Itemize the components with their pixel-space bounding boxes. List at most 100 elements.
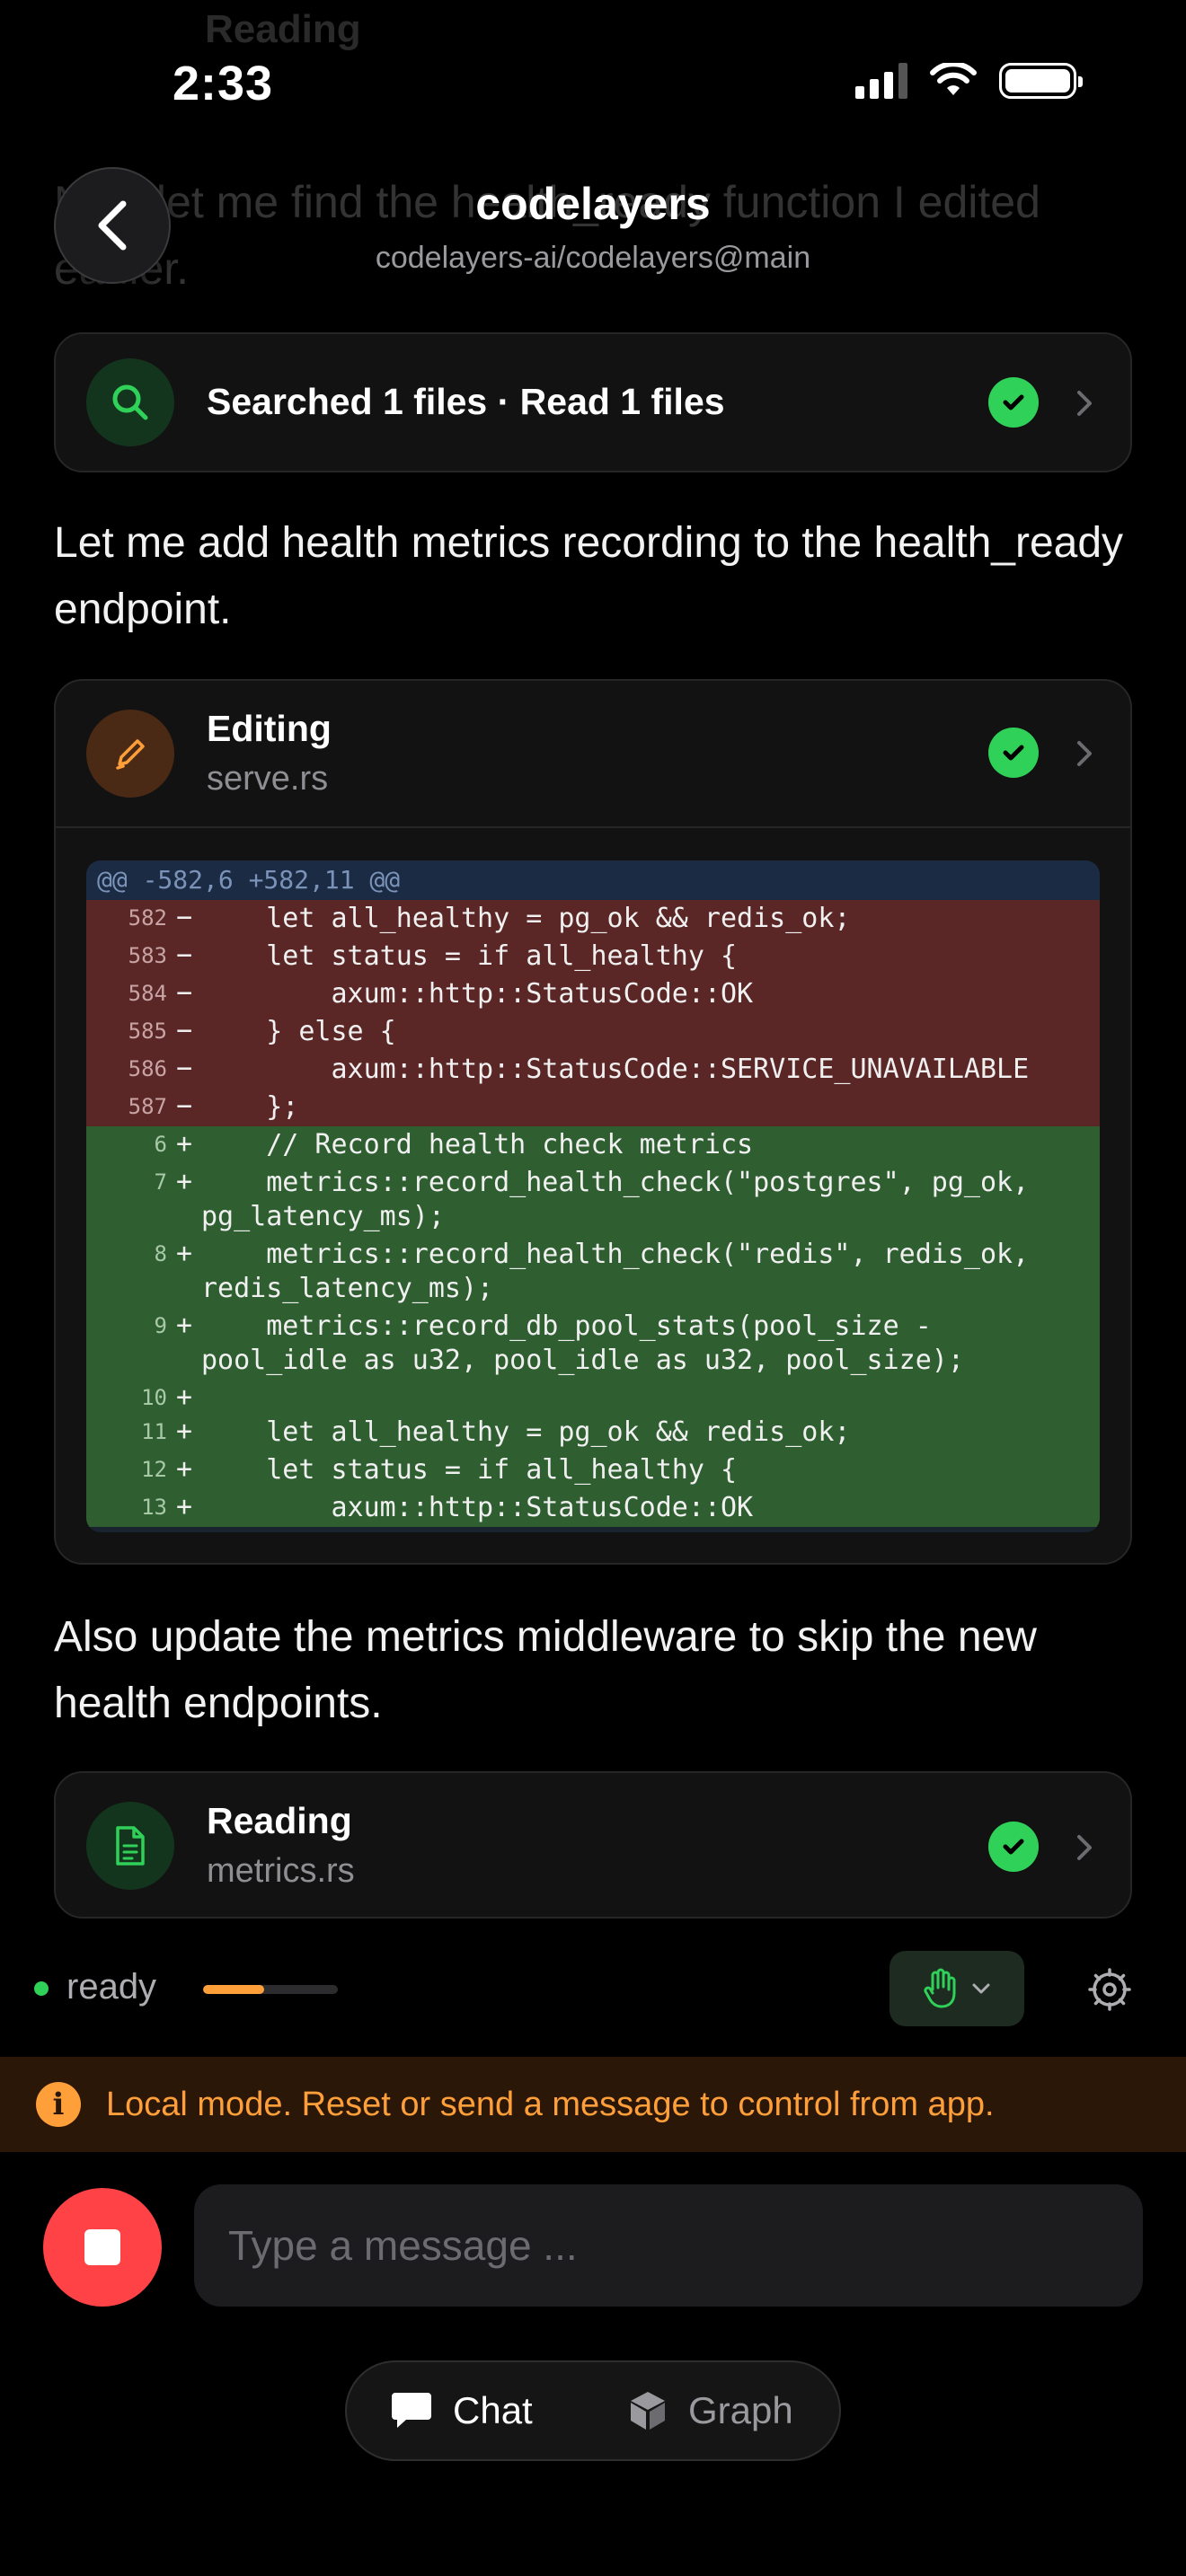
settings-icon[interactable]: [1087, 1967, 1132, 2012]
chevron-right-icon[interactable]: [1069, 388, 1100, 419]
tab-chat[interactable]: Chat: [390, 2389, 533, 2432]
diff-line-number: 11: [141, 1419, 167, 1444]
bottom-tab-bar: Chat Graph: [345, 2360, 841, 2461]
diff-line-number: 582: [128, 905, 167, 931]
context-progress-bar: [203, 1985, 338, 1994]
search-card-title: Searched 1 files · Read 1 files: [207, 381, 725, 422]
diff-line-sign: −: [175, 1015, 193, 1046]
hand-icon: [924, 1968, 956, 2008]
status-label: ready: [66, 1967, 157, 2007]
chevron-right-icon[interactable]: [1069, 738, 1100, 769]
diff-line: 586− axum::http::StatusCode::SERVICE_UNA…: [86, 1051, 1100, 1089]
diff-line: 12 + let status = if all_healthy {: [86, 1451, 1100, 1489]
diff-line-code: [201, 1380, 210, 1414]
repo-subtitle: codelayers-ai/codelayers@main: [375, 241, 811, 275]
diff-line: 13 + axum::http::StatusCode::OK: [86, 1489, 1100, 1527]
diff-line-number: 7: [154, 1169, 167, 1195]
stop-icon: [84, 2229, 120, 2265]
document-icon-circle: [86, 1802, 174, 1890]
diff-line: 585− } else {: [86, 1013, 1100, 1051]
read-card-title: Reading: [207, 1800, 352, 1841]
pencil-icon-circle: [86, 710, 174, 798]
search-icon: [112, 384, 148, 420]
read-tool-card[interactable]: Reading metrics.rs: [54, 1771, 1132, 1919]
diff-line-number: 586: [128, 1056, 167, 1081]
tab-chat-label: Chat: [453, 2389, 533, 2431]
info-icon: i: [36, 2082, 81, 2127]
diff-line-sign: +: [175, 1310, 193, 1341]
permission-mode-button[interactable]: [890, 1951, 1024, 2026]
diff-line-code: axum::http::StatusCode::OK: [201, 1492, 754, 1523]
tab-graph[interactable]: Graph: [627, 2389, 793, 2432]
diff-hunk-header: @@ -582,6 +582,11 @@: [86, 860, 1100, 900]
diff-line: 11 + let all_healthy = pg_ok && redis_ok;: [86, 1414, 1100, 1451]
edit-card-title: Editing: [207, 708, 332, 749]
document-icon: [116, 1826, 145, 1866]
diff-line-number: 584: [128, 981, 167, 1006]
diff-line-sign: +: [175, 1381, 193, 1413]
diff-line-code: let status = if all_healthy {: [201, 1454, 738, 1486]
local-mode-banner: i Local mode. Reset or send a message to…: [0, 2057, 1186, 2152]
cellular-signal-icon: [855, 63, 907, 99]
status-bar: Reading 2:33: [0, 0, 1186, 171]
diff-line-number: 587: [128, 1094, 167, 1119]
diff-line-number: 13: [141, 1495, 167, 1520]
read-card-filename: metrics.rs: [207, 1852, 355, 1890]
diff-line: 8 + metrics::record_health_check("redis",…: [86, 1236, 1100, 1308]
diff-line: 587− };: [86, 1089, 1100, 1126]
diff-line: 583− let status = if all_healthy {: [86, 938, 1100, 975]
pencil-icon: [116, 739, 145, 770]
tab-graph-label: Graph: [688, 2389, 793, 2431]
diff-line-number: 583: [128, 943, 167, 968]
chevron-down-icon: [972, 1983, 990, 1994]
diff-line-sign: −: [175, 977, 193, 1009]
diff-line-code: axum::http::StatusCode::OK: [201, 978, 754, 1010]
status-dot: [34, 1981, 49, 1996]
diff-line-code: } else {: [201, 1016, 396, 1047]
diff-line: 584− axum::http::StatusCode::OK: [86, 975, 1100, 1013]
edit-card-filename: serve.rs: [207, 760, 329, 798]
stop-button[interactable]: [43, 2188, 162, 2307]
diff-line-number: 585: [128, 1019, 167, 1044]
status-icons: [855, 63, 1083, 99]
diff-line: 9 + metrics::record_db_pool_stats(pool_si…: [86, 1308, 1100, 1380]
diff-line-number: 6: [154, 1132, 167, 1157]
cube-icon: [631, 2392, 665, 2430]
diff-line-sign: +: [175, 1128, 193, 1160]
diff-line-code: // Record health check metrics: [201, 1129, 754, 1160]
diff-line-sign: −: [175, 1090, 193, 1122]
diff-line-sign: +: [175, 1453, 193, 1485]
search-tool-card[interactable]: Searched 1 files · Read 1 files: [54, 332, 1132, 472]
diff-lines: 582− let all_healthy = pg_ok && redis_ok…: [86, 900, 1100, 1527]
diff-line-code: let status = if all_healthy {: [201, 940, 738, 972]
chevron-right-icon[interactable]: [1069, 1832, 1100, 1863]
chat-bubble-icon: [392, 2393, 431, 2428]
diff-view[interactable]: @@ -582,6 +582,11 @@ 582− let all_health…: [86, 860, 1100, 1532]
diff-line-sign: +: [175, 1238, 193, 1269]
diff-line-sign: +: [175, 1166, 193, 1197]
diff-line-sign: +: [175, 1491, 193, 1522]
check-icon: [988, 377, 1039, 428]
diff-line-sign: −: [175, 1053, 193, 1084]
page-title: codelayers: [475, 179, 711, 229]
diff-line-sign: −: [175, 902, 193, 933]
diff-line-number: 9: [154, 1313, 167, 1338]
ghost-reading-title: Reading: [205, 7, 361, 51]
message-input[interactable]: [194, 2184, 1143, 2307]
diff-line-code: let all_healthy = pg_ok && redis_ok;: [201, 1416, 851, 1448]
status-time: 2:33: [173, 57, 274, 110]
assistant-message: Let me add health metrics recording to t…: [54, 519, 1124, 633]
diff-line: 10 +: [86, 1380, 1100, 1414]
diff-line-number: 10: [141, 1385, 167, 1410]
diff-line-sign: −: [175, 940, 193, 971]
diff-line-code: metrics::record_health_check("redis", re…: [201, 1239, 1046, 1304]
check-icon: [988, 1822, 1039, 1872]
diff-line: 6 + // Record health check metrics: [86, 1126, 1100, 1164]
diff-line-code: let all_healthy = pg_ok && redis_ok;: [201, 903, 851, 934]
check-icon: [988, 728, 1039, 778]
diff-line-code: metrics::record_db_pool_stats(pool_size …: [201, 1310, 964, 1376]
battery-icon: [999, 63, 1083, 99]
diff-line-code: axum::http::StatusCode::SERVICE_UNAVAILA…: [201, 1054, 1030, 1085]
card-divider: [56, 826, 1130, 828]
wifi-icon: [930, 63, 977, 95]
